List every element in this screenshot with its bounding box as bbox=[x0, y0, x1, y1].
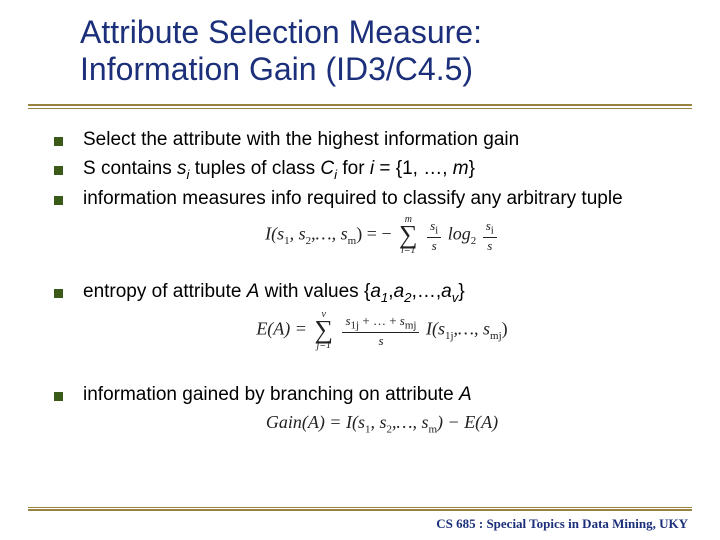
bullet-5: information gained by branching on attri… bbox=[54, 383, 680, 408]
bullet-icon bbox=[54, 289, 63, 298]
bullet-5-text: information gained by branching on attri… bbox=[83, 383, 680, 408]
bullet-3-text: information measures info required to cl… bbox=[83, 187, 680, 212]
sigma-icon: m∑i=1 bbox=[399, 215, 418, 256]
formula-entropy: E(A) = v∑j=1 s1j + … + smjs I(s1j,…, smj… bbox=[84, 310, 680, 351]
bullet-icon bbox=[54, 196, 63, 205]
bullet-icon bbox=[54, 392, 63, 401]
bullet-2: S contains si tuples of class Ci for i =… bbox=[54, 157, 680, 183]
bullet-4: entropy of attribute A with values {a1,a… bbox=[54, 280, 680, 306]
divider-top-1 bbox=[28, 104, 692, 106]
bullet-2-text: S contains si tuples of class Ci for i =… bbox=[83, 157, 680, 183]
content-area: Select the attribute with the highest in… bbox=[54, 128, 680, 445]
divider-top-2 bbox=[28, 108, 692, 109]
footer-text: CS 685 : Special Topics in Data Mining, … bbox=[436, 516, 688, 532]
slide: Attribute Selection Measure: Information… bbox=[0, 0, 720, 540]
sigma-icon: v∑j=1 bbox=[314, 310, 333, 351]
title-line-1: Attribute Selection Measure: bbox=[80, 14, 482, 50]
bullet-3: information measures info required to cl… bbox=[54, 187, 680, 212]
slide-title: Attribute Selection Measure: Information… bbox=[0, 0, 720, 94]
formula-gain: Gain(A) = I(s1, s2,…, sm) − E(A) bbox=[84, 412, 680, 436]
title-line-2: Information Gain (ID3/C4.5) bbox=[80, 51, 473, 87]
bullet-icon bbox=[54, 166, 63, 175]
bullet-1: Select the attribute with the highest in… bbox=[54, 128, 680, 153]
formula-information: I(s1, s2,…, sm) = − m∑i=1 sis log2 sis bbox=[84, 215, 680, 256]
bullet-icon bbox=[54, 137, 63, 146]
divider-bottom-1 bbox=[28, 507, 692, 508]
bullet-1-text: Select the attribute with the highest in… bbox=[83, 128, 680, 153]
divider-bottom-2 bbox=[28, 509, 692, 511]
bullet-4-text: entropy of attribute A with values {a1,a… bbox=[83, 280, 680, 306]
